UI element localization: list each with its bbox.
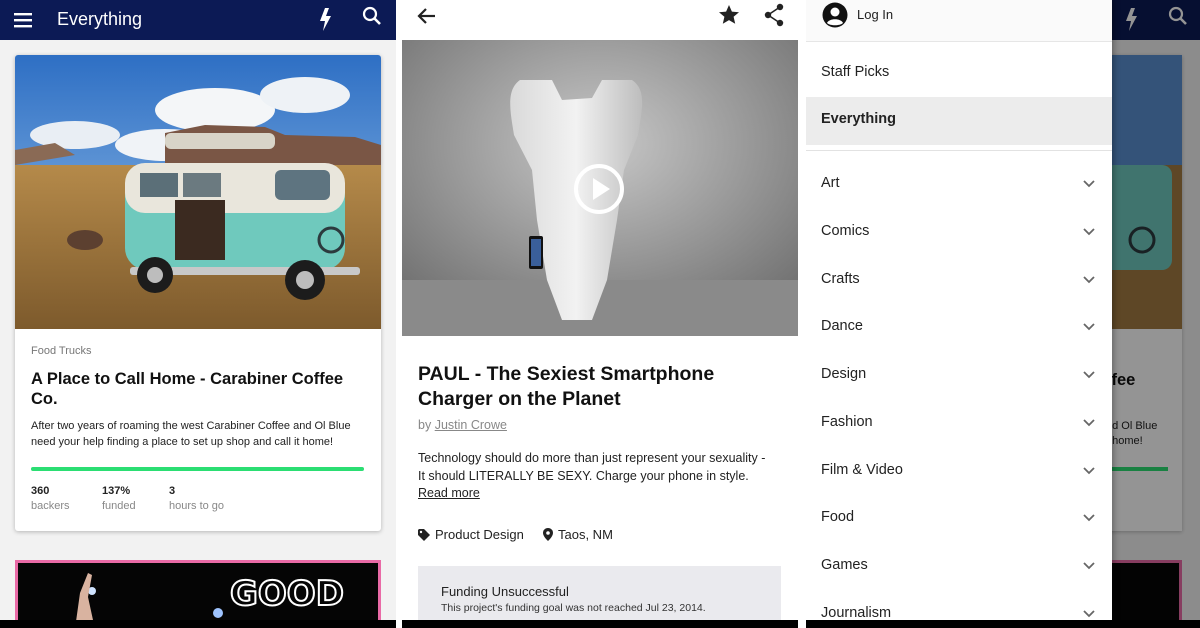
tag-icon: [418, 528, 430, 541]
project-image-concert: GOOD: [18, 563, 378, 628]
nav-bar-strip: [402, 620, 798, 628]
project-byline: by Justin Crowe: [418, 418, 507, 432]
navigation-drawer-screen: ffee nd Ol Blue t home! Log In Staff Pic…: [806, 0, 1200, 628]
detail-toolbar: [402, 0, 798, 40]
nav-item-film-video[interactable]: Film & Video: [806, 448, 1112, 496]
nav-bar-strip: [806, 620, 1200, 628]
project-card-next[interactable]: GOOD: [15, 560, 381, 628]
nav-item-everything[interactable]: Everything: [806, 97, 1112, 145]
share-icon[interactable]: [763, 3, 785, 27]
project-card[interactable]: Food Trucks A Place to Call Home - Carab…: [15, 55, 381, 531]
feed-screen: Everything Food Trucks A Place to Call H…: [0, 0, 396, 628]
chevron-down-icon[interactable]: [1082, 513, 1096, 523]
location-pin-icon: [543, 528, 553, 541]
read-more-link[interactable]: Read more: [418, 486, 480, 500]
nav-item-games[interactable]: Games: [806, 543, 1112, 591]
project-title: PAUL - The Sexiest Smartphone Charger on…: [418, 363, 715, 410]
project-blurb: After two years of roaming the west Cara…: [31, 420, 351, 448]
drawer-divider: [806, 150, 1112, 151]
project-category[interactable]: Food Trucks: [31, 345, 92, 357]
stat-label: funded: [102, 500, 136, 512]
byline-prefix: by: [418, 418, 432, 432]
login-link[interactable]: Log In: [857, 7, 893, 22]
nav-item-label: Film & Video: [821, 462, 903, 478]
description-text: Technology should do more than just repr…: [418, 451, 766, 483]
stat-label: backers: [31, 500, 70, 512]
funding-progress-fill: [31, 467, 364, 471]
menu-icon[interactable]: [14, 11, 34, 29]
chevron-down-icon[interactable]: [1082, 466, 1096, 476]
search-icon[interactable]: [361, 5, 383, 27]
nav-item-label: Art: [821, 175, 840, 191]
app-bar: Everything: [0, 0, 396, 40]
nav-item-label: Comics: [821, 223, 870, 239]
star-icon[interactable]: [717, 3, 741, 27]
nav-item-art[interactable]: Art: [806, 161, 1112, 209]
app-bar-title: Everything: [57, 9, 143, 29]
back-arrow-icon[interactable]: [416, 5, 438, 27]
stat-label: hours to go: [169, 500, 225, 512]
chevron-down-icon[interactable]: [1082, 370, 1096, 380]
nav-item-label: Design: [821, 366, 867, 382]
backers-stat: 360 backers: [31, 485, 70, 512]
project-category-tag[interactable]: Product Design: [418, 527, 524, 542]
nav-item-design[interactable]: Design: [806, 352, 1112, 400]
nav-item-label: Staff Picks: [821, 64, 890, 80]
nav-item-fashion[interactable]: Fashion: [806, 400, 1112, 448]
project-image-van: [15, 55, 381, 329]
nav-item-label: Journalism: [821, 605, 892, 621]
bolt-icon[interactable]: [316, 5, 336, 33]
nav-item-label: Food: [821, 509, 855, 525]
navigation-drawer: Log In Staff Picks Everything Art Comics…: [806, 0, 1112, 628]
play-icon[interactable]: [572, 162, 626, 216]
chevron-down-icon[interactable]: [1082, 418, 1096, 428]
funding-progress-bar: [31, 467, 364, 471]
nav-item-label: Everything: [821, 111, 896, 127]
nav-item-crafts[interactable]: Crafts: [806, 257, 1112, 305]
account-icon: [822, 2, 848, 28]
nav-item-staff-picks[interactable]: Staff Picks: [806, 50, 1112, 98]
time-left-stat: 3 hours to go: [169, 485, 224, 512]
nav-item-comics[interactable]: Comics: [806, 209, 1112, 257]
creator-link[interactable]: Justin Crowe: [435, 418, 507, 432]
project-location-tag[interactable]: Taos, NM: [543, 527, 613, 542]
project-description: Technology should do more than just repr…: [418, 450, 768, 503]
nav-item-label: Fashion: [821, 414, 873, 430]
project-detail-screen: PAUL - The Sexiest Smartphone Charger on…: [402, 0, 798, 628]
nav-item-food[interactable]: Food: [806, 495, 1112, 543]
stat-value: 360: [31, 485, 50, 497]
funded-stat: 137% funded: [102, 485, 136, 512]
chevron-down-icon[interactable]: [1082, 227, 1096, 237]
stat-value: 3: [169, 485, 176, 497]
nav-item-label: Dance: [821, 318, 863, 334]
nav-bar-strip: [0, 620, 396, 628]
drawer-header[interactable]: Log In: [806, 0, 1112, 42]
chevron-down-icon[interactable]: [1082, 322, 1096, 332]
funding-status-title: Funding Unsuccessful: [441, 584, 569, 599]
chevron-down-icon[interactable]: [1082, 561, 1096, 571]
chevron-down-icon[interactable]: [1082, 179, 1096, 189]
funding-status-detail: This project's funding goal was not reac…: [441, 602, 706, 614]
stat-value: 137%: [102, 485, 131, 497]
svg-text:GOOD: GOOD: [230, 574, 344, 614]
chevron-down-icon[interactable]: [1082, 275, 1096, 285]
funding-status-box: Funding Unsuccessful This project's fund…: [418, 566, 781, 626]
nav-item-dance[interactable]: Dance: [806, 304, 1112, 352]
category-label: Product Design: [435, 527, 524, 542]
nav-item-label: Crafts: [821, 271, 860, 287]
project-title[interactable]: A Place to Call Home - Carabiner Coffee …: [31, 369, 361, 409]
chevron-down-icon[interactable]: [1082, 609, 1096, 619]
location-label: Taos, NM: [558, 527, 613, 542]
nav-item-label: Games: [821, 557, 868, 573]
